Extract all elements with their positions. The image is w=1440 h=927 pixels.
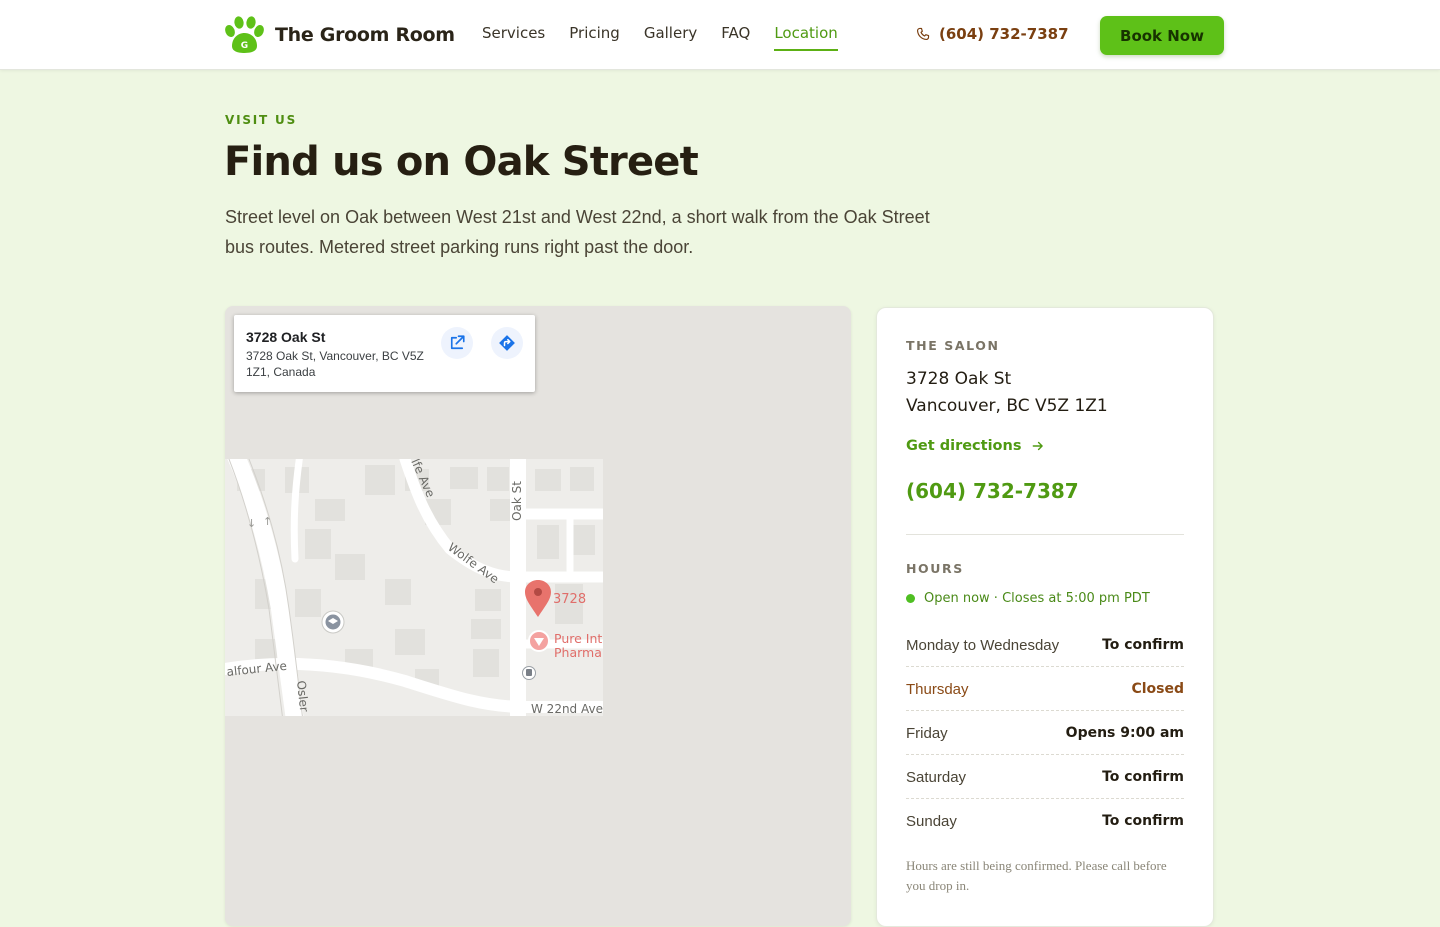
map-place-card: 3728 Oak St 3728 Oak St, Vancouver, BC V…: [234, 315, 535, 392]
open-status-dot: [906, 594, 915, 603]
open-status-text: Open now · Closes at 5:00 pm PDT: [924, 591, 1150, 606]
open-status: Open now · Closes at 5:00 pm PDT: [906, 591, 1150, 606]
header-phone-link[interactable]: (604) 732-7387: [916, 25, 1069, 43]
brand-name: The Groom Room: [275, 24, 455, 46]
poi-label-line2: Pharma: [554, 645, 602, 660]
phone-icon: [916, 27, 930, 41]
map-tile[interactable]: ↓ ↑ Oak St lfe Ave Wolfe Ave alfour Ave …: [225, 459, 603, 716]
book-now-button[interactable]: Book Now: [1100, 16, 1224, 55]
hours-day: Friday: [906, 725, 948, 742]
street-label-oak-st: Oak St: [510, 481, 524, 521]
hours-row: Friday Opens 9:00 am: [906, 711, 1184, 755]
street-label-w-22nd: W 22nd Ave: [531, 702, 603, 716]
svg-text:↑: ↑: [263, 515, 272, 528]
info-divider: [906, 534, 1184, 535]
embedded-map[interactable]: ↓ ↑ Oak St lfe Ave Wolfe Ave alfour Ave …: [225, 306, 851, 926]
map-place-address: 3728 Oak St, Vancouver, BC V5Z 1Z1, Cana…: [246, 349, 424, 379]
header-phone-number: (604) 732-7387: [939, 25, 1069, 43]
hours-section-label: HOURS: [906, 561, 964, 576]
map-pin-label: 3728: [553, 592, 586, 607]
hours-day: Monday to Wednesday: [906, 637, 1060, 654]
nav-faq[interactable]: FAQ: [721, 24, 750, 51]
hours-day: Thursday: [906, 681, 969, 698]
pharmacy-icon[interactable]: [528, 630, 550, 652]
hours-day: Saturday: [906, 769, 967, 786]
hours-note: Hours are still being confirmed. Please …: [906, 858, 1167, 893]
get-directions-label: Get directions: [906, 438, 1022, 454]
salon-phone-link[interactable]: (604) 732-7387: [906, 479, 1079, 503]
logo-letter: G: [241, 41, 248, 51]
salon-info-card: THE SALON 3728 Oak St Vancouver, BC V5Z …: [876, 307, 1214, 927]
svg-text:↓: ↓: [247, 517, 256, 530]
transit-icon[interactable]: [522, 666, 536, 680]
hours-time: To confirm: [1102, 813, 1184, 829]
page-title: Find us on Oak Street: [224, 139, 699, 185]
main-nav: Services Pricing Gallery FAQ Location: [482, 24, 862, 51]
nav-services[interactable]: Services: [482, 24, 545, 51]
brand-logo-link[interactable]: G The Groom Room: [224, 16, 455, 54]
hours-time: To confirm: [1102, 637, 1184, 653]
nav-pricing[interactable]: Pricing: [569, 24, 620, 51]
salon-section-label: THE SALON: [906, 338, 1000, 353]
hours-time: Opens 9:00 am: [1065, 725, 1184, 741]
hours-row: Sunday To confirm: [906, 799, 1184, 843]
hours-time: To confirm: [1102, 769, 1184, 785]
poi-label-line1: Pure Int: [554, 631, 602, 646]
address-line-2: Vancouver, BC V5Z 1Z1: [906, 396, 1108, 416]
open-in-maps-button[interactable]: [441, 327, 473, 359]
intro-paragraph: Street level on Oak between West 21st an…: [225, 207, 930, 257]
paw-logo-icon: G: [225, 16, 264, 53]
arrow-right-icon: [1033, 441, 1044, 451]
hours-time: Closed: [1131, 681, 1184, 697]
map-directions-button[interactable]: [491, 327, 523, 359]
hours-day: Sunday: [906, 813, 957, 830]
hours-list: Monday to Wednesday To confirm Thursday …: [906, 623, 1184, 843]
site-header: G The Groom Room Services Pricing Galler…: [0, 0, 1440, 70]
hours-row: Saturday To confirm: [906, 755, 1184, 799]
hours-row: Thursday Closed: [906, 667, 1184, 711]
section-eyebrow: VISIT US: [225, 113, 298, 127]
address-line-1: 3728 Oak St: [906, 369, 1012, 389]
school-icon[interactable]: [321, 610, 345, 634]
salon-address: 3728 Oak St Vancouver, BC V5Z 1Z1: [906, 366, 1108, 420]
nav-gallery[interactable]: Gallery: [644, 24, 697, 51]
nav-location[interactable]: Location: [774, 24, 838, 51]
open-in-new-icon: [450, 335, 465, 350]
directions-icon: [499, 335, 515, 351]
hours-row: Monday to Wednesday To confirm: [906, 623, 1184, 667]
get-directions-link[interactable]: Get directions: [906, 438, 1045, 454]
map-place-title: 3728 Oak St: [246, 329, 326, 345]
